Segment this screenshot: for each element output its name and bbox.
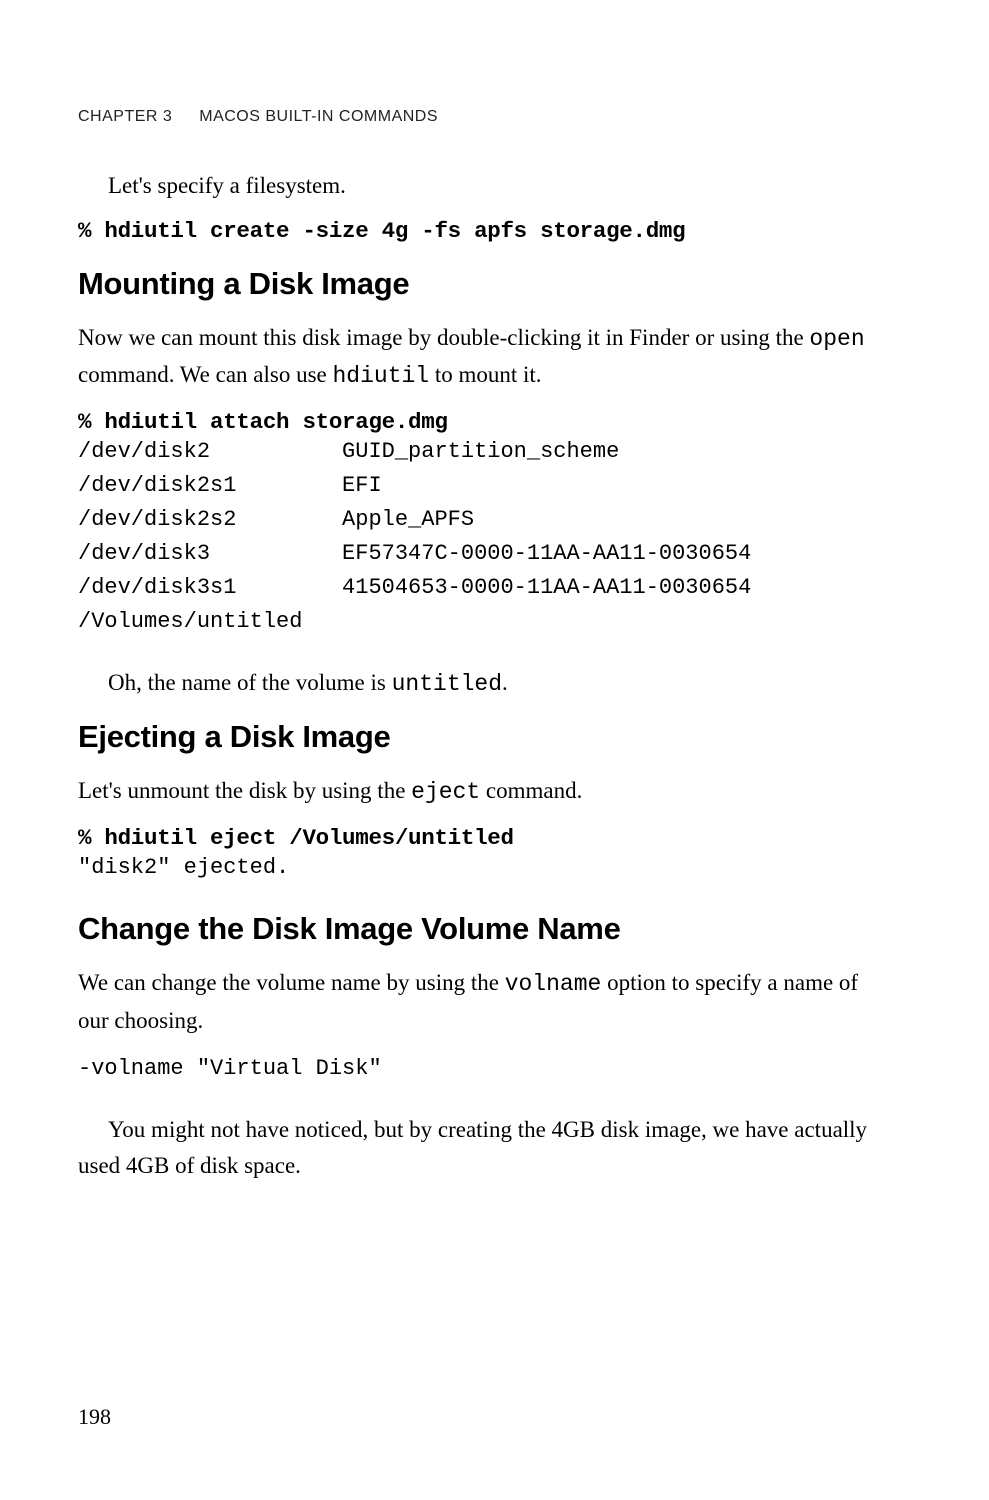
paragraph: We can change the volume name by using t… [78,965,889,1038]
text: Now we can mount this disk image by doub… [78,325,809,350]
paragraph: Let's specify a filesystem. [78,168,889,204]
text: command. [480,778,582,803]
command-line: % hdiutil create -size 4g -fs apfs stora… [78,218,889,244]
section-heading: Mounting a Disk Image [78,266,889,302]
paragraph: Let's unmount the disk by using the ejec… [78,773,889,811]
command-line: % hdiutil eject /Volumes/untitled [78,825,889,851]
inline-code: hdiutil [332,363,429,389]
text: Let's unmount the disk by using the [78,778,411,803]
code-block: -volname "Virtual Disk" [78,1052,889,1086]
running-head: CHAPTER 3 MACOS BUILT-IN COMMANDS [78,108,889,126]
text: You might not have noticed, but by creat… [78,1117,867,1178]
paragraph: Now we can mount this disk image by doub… [78,320,889,395]
command-output: /dev/disk2 GUID_partition_scheme /dev/di… [78,435,889,640]
inline-code: untitled [392,671,502,697]
paragraph: Oh, the name of the volume is untitled. [78,665,889,703]
chapter-title: MACOS BUILT-IN COMMANDS [199,108,438,125]
inline-code: volname [505,971,602,997]
text: to mount it. [429,362,541,387]
chapter-label: CHAPTER 3 [78,108,172,125]
section-heading: Change the Disk Image Volume Name [78,911,889,947]
command-output: "disk2" ejected. [78,851,889,885]
inline-code: open [809,326,864,352]
text: Let's specify a filesystem. [108,173,346,198]
text: . [502,670,508,695]
page-number: 198 [78,1404,111,1430]
text: Oh, the name of the volume is [108,670,392,695]
section-heading: Ejecting a Disk Image [78,719,889,755]
text: We can change the volume name by using t… [78,970,505,995]
text: command. We can also use [78,362,332,387]
command-line: % hdiutil attach storage.dmg [78,409,889,435]
inline-code: eject [411,779,480,805]
page: CHAPTER 3 MACOS BUILT-IN COMMANDS Let's … [0,0,989,1500]
paragraph: You might not have noticed, but by creat… [78,1112,889,1183]
